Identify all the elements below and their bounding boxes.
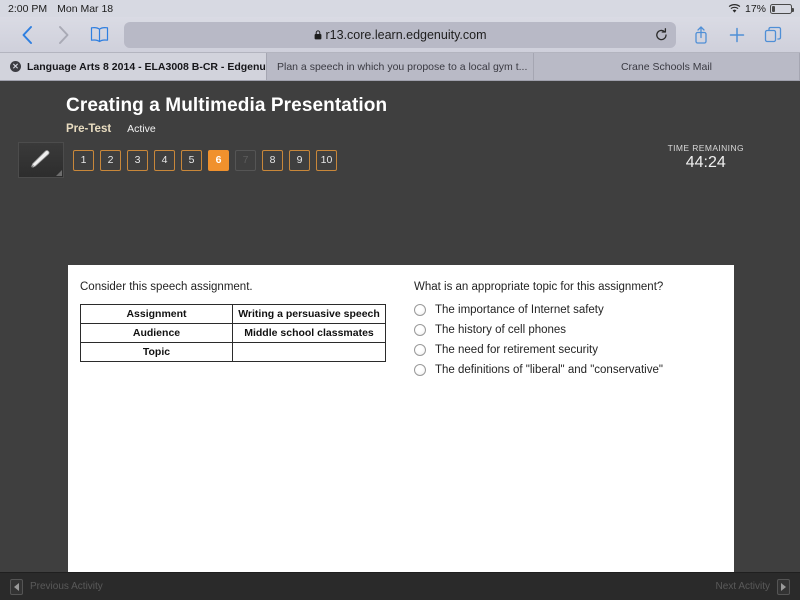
question-left-column: Consider this speech assignment. Assignm… bbox=[80, 281, 402, 579]
browser-tab-strip: ✕ Language Arts 8 2014 - ELA3008 B-CR - … bbox=[0, 53, 800, 81]
question-card: Consider this speech assignment. Assignm… bbox=[68, 265, 734, 600]
table-cell-value: Writing a persuasive speech bbox=[232, 304, 386, 324]
answer-option-2[interactable]: The history of cell phones bbox=[414, 324, 720, 336]
table-cell-value bbox=[232, 342, 386, 362]
back-button[interactable] bbox=[10, 20, 44, 50]
browser-tab-3-title: Crane Schools Mail bbox=[620, 60, 713, 73]
radio-button[interactable] bbox=[414, 324, 426, 336]
wifi-icon bbox=[728, 3, 741, 14]
question-number-7: 7 bbox=[235, 149, 256, 171]
answer-option-3[interactable]: The need for retirement security bbox=[414, 344, 720, 356]
question-number-4[interactable]: 4 bbox=[154, 149, 175, 171]
arrow-left-icon[interactable] bbox=[10, 578, 23, 595]
answer-option-3-label: The need for retirement security bbox=[435, 344, 598, 356]
pencil-highlighter-icon[interactable] bbox=[18, 142, 64, 178]
next-activity-button[interactable]: Next Activity bbox=[715, 578, 790, 595]
radio-button[interactable] bbox=[414, 304, 426, 316]
question-stem: Consider this speech assignment. bbox=[80, 281, 253, 293]
address-bar-url: r13.core.learn.edgenuity.com bbox=[325, 27, 487, 42]
close-icon[interactable]: ✕ bbox=[10, 61, 21, 72]
question-number-6[interactable]: 6 bbox=[208, 149, 229, 171]
ios-status-bar: 2:00 PM Mon Mar 18 17% bbox=[0, 0, 800, 17]
lesson-stage-label: Pre-Test bbox=[66, 123, 112, 135]
answer-option-2-label: The history of cell phones bbox=[435, 324, 567, 336]
answer-options: The importance of Internet safety The hi… bbox=[414, 304, 720, 376]
forward-button[interactable] bbox=[46, 20, 80, 50]
reload-icon[interactable] bbox=[655, 27, 668, 42]
question-number-10[interactable]: 10 bbox=[316, 149, 337, 171]
edgenuity-page: Creating a Multimedia Presentation Pre-T… bbox=[0, 81, 800, 600]
page-title: Creating a Multimedia Presentation bbox=[66, 95, 388, 116]
question-number-3[interactable]: 3 bbox=[127, 149, 148, 171]
status-date: Mon Mar 18 bbox=[57, 2, 114, 15]
table-row: Topic bbox=[80, 342, 386, 362]
new-tab-button[interactable] bbox=[720, 20, 754, 50]
browser-tab-2[interactable]: Plan a speech in which you propose to a … bbox=[267, 53, 534, 80]
question-number-list: 1 2 3 4 5 6 7 8 9 10 bbox=[73, 149, 337, 171]
battery-low-icon bbox=[770, 3, 794, 14]
answer-option-4[interactable]: The definitions of "liberal" and "conser… bbox=[414, 364, 720, 376]
browser-tab-2-title: Plan a speech in which you propose to a … bbox=[277, 60, 528, 73]
time-remaining-label: TIME REMAINING bbox=[667, 143, 744, 153]
question-prompt: What is an appropriate topic for this as… bbox=[414, 281, 664, 293]
time-remaining-value: 44:24 bbox=[685, 154, 726, 171]
previous-activity-button[interactable]: Previous Activity bbox=[10, 578, 103, 595]
table-row: Assignment Writing a persuasive speech bbox=[80, 304, 386, 324]
question-number-9[interactable]: 9 bbox=[289, 149, 310, 171]
answer-option-1-label: The importance of Internet safety bbox=[435, 304, 604, 316]
browser-tab-3[interactable]: Crane Schools Mail bbox=[534, 53, 800, 80]
answer-option-4-label: The definitions of "liberal" and "conser… bbox=[435, 364, 663, 376]
assignment-table: Assignment Writing a persuasive speech A… bbox=[80, 304, 386, 362]
browser-tab-1-title: Language Arts 8 2014 - ELA3008 B-CR - Ed… bbox=[27, 60, 267, 73]
lesson-header: Creating a Multimedia Presentation Pre-T… bbox=[0, 81, 800, 135]
arrow-right-icon[interactable] bbox=[777, 578, 790, 595]
table-cell-value: Middle school classmates bbox=[232, 323, 386, 343]
question-number-2[interactable]: 2 bbox=[100, 149, 121, 171]
question-number-5[interactable]: 5 bbox=[181, 149, 202, 171]
activity-bar: Previous Activity Next Activity bbox=[0, 572, 800, 600]
previous-activity-label: Previous Activity bbox=[30, 581, 103, 592]
table-cell-key: Assignment bbox=[80, 304, 233, 324]
question-number-1[interactable]: 1 bbox=[73, 149, 94, 171]
lesson-state-label: Active bbox=[127, 123, 156, 135]
lock-icon bbox=[314, 29, 322, 40]
table-cell-key: Topic bbox=[80, 342, 233, 362]
browser-tab-1[interactable]: ✕ Language Arts 8 2014 - ELA3008 B-CR - … bbox=[0, 53, 267, 80]
share-button[interactable] bbox=[684, 20, 718, 50]
answer-option-1[interactable]: The importance of Internet safety bbox=[414, 304, 720, 316]
address-bar[interactable]: r13.core.learn.edgenuity.com bbox=[124, 21, 676, 48]
show-tabs-button[interactable] bbox=[756, 20, 790, 50]
table-cell-key: Audience bbox=[80, 323, 233, 343]
bookmarks-button[interactable] bbox=[82, 20, 116, 50]
next-activity-label: Next Activity bbox=[715, 581, 770, 592]
browser-toolbar: r13.core.learn.edgenuity.com bbox=[0, 17, 800, 53]
radio-button[interactable] bbox=[414, 364, 426, 376]
time-remaining: TIME REMAINING 44:24 bbox=[668, 143, 744, 172]
radio-button[interactable] bbox=[414, 344, 426, 356]
table-row: Audience Middle school classmates bbox=[80, 323, 386, 343]
question-number-8[interactable]: 8 bbox=[262, 149, 283, 171]
question-right-column: What is an appropriate topic for this as… bbox=[402, 281, 720, 579]
status-time: 2:00 PM bbox=[8, 2, 48, 15]
battery-percent: 17% bbox=[744, 2, 766, 15]
